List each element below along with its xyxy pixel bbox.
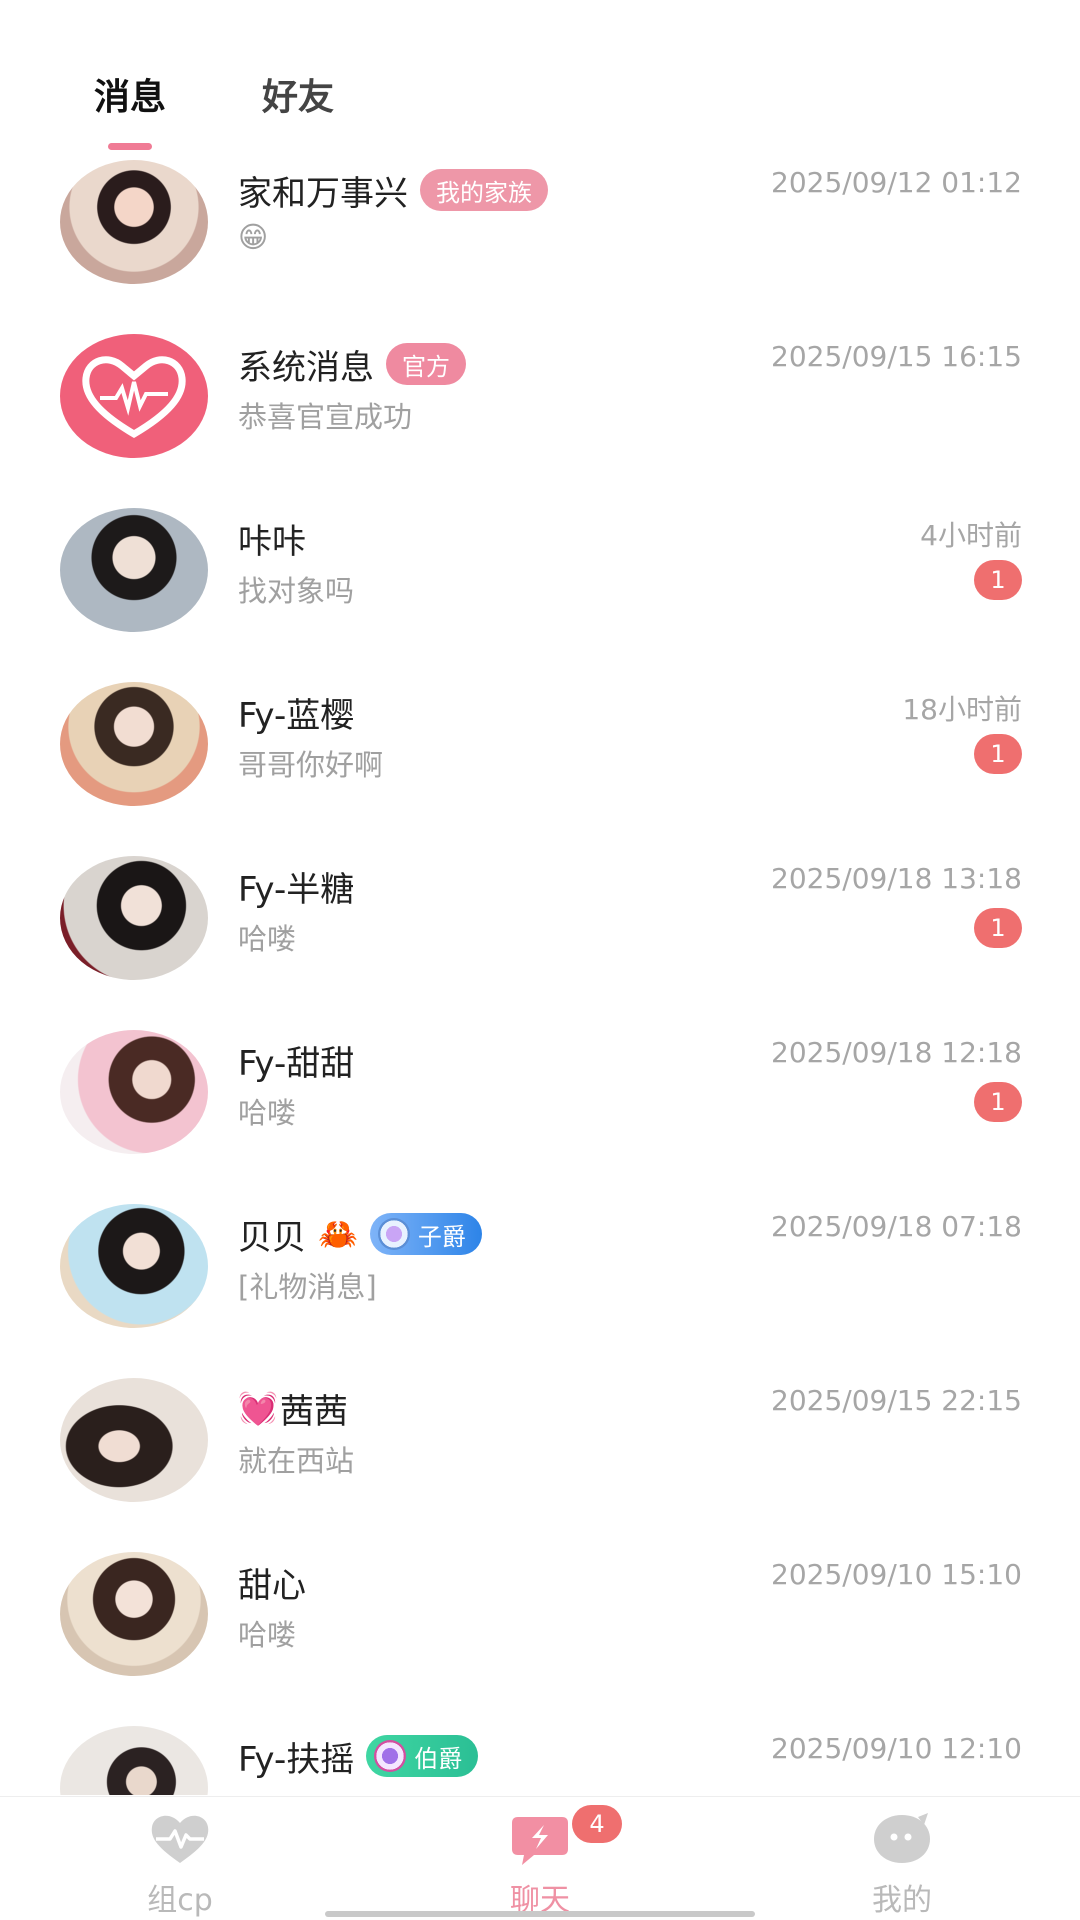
conversation-time: 2025/09/12 01:12 xyxy=(771,166,1022,199)
message-preview: 哈喽 xyxy=(238,1618,297,1652)
conversation-item[interactable]: 贝贝 🦀 子爵 2025/09/18 07:18 [礼物消息] xyxy=(0,1194,1080,1368)
conversation-item[interactable]: Fy-扶摇 伯爵 2025/09/10 12:10 xyxy=(0,1716,1080,1795)
conversation-list[interactable]: 家和万事兴 我的家族 2025/09/12 01:12 😁 系统消息 官方 20… xyxy=(0,150,1080,1795)
heart-soundwave-icon xyxy=(82,356,186,439)
conversation-name: Fy-蓝樱 xyxy=(238,695,355,736)
conversation-item[interactable]: 甜心 2025/09/10 15:10 哈喽 xyxy=(0,1542,1080,1716)
message-preview: [礼物消息] xyxy=(238,1270,377,1304)
ghost-face-icon xyxy=(874,1813,930,1863)
unread-count-badge: 1 xyxy=(974,734,1022,774)
message-preview: 找对象吗 xyxy=(238,574,355,608)
rank-badge-earl: 伯爵 xyxy=(366,1735,479,1777)
crab-emoji-icon: 🦀 xyxy=(318,1215,358,1253)
conversation-item[interactable]: 💓 茜茜 2025/09/15 22:15 就在西站 xyxy=(0,1368,1080,1542)
conversation-time: 2025/09/18 07:18 xyxy=(771,1210,1022,1243)
avatar[interactable] xyxy=(60,1726,208,1795)
rank-label: 子爵 xyxy=(417,1222,466,1251)
tab-messages-label: 消息 xyxy=(94,77,167,118)
conversation-name: 家和万事兴 xyxy=(238,173,408,214)
avatar[interactable] xyxy=(60,856,208,980)
conversation-item[interactable]: Fy-蓝樱 18小时前 哥哥你好啊 1 xyxy=(0,672,1080,846)
avatar[interactable] xyxy=(60,1552,208,1676)
conversation-time: 2025/09/18 13:18 xyxy=(771,862,1022,895)
avatar[interactable] xyxy=(60,508,208,632)
conversation-name: Fy-扶摇 xyxy=(238,1739,355,1780)
conversation-time: 2025/09/18 12:18 xyxy=(771,1036,1022,1069)
message-preview: 哈喽 xyxy=(238,1096,297,1130)
pink-heart-icon: 💓 xyxy=(238,1389,278,1427)
shield-rank-icon xyxy=(377,1218,410,1250)
message-preview: 哥哥你好啊 xyxy=(238,748,384,782)
avatar[interactable] xyxy=(60,1378,208,1502)
conversation-time: 2025/09/15 16:15 xyxy=(771,340,1022,373)
avatar[interactable] xyxy=(60,160,208,284)
conversation-item[interactable]: Fy-甜甜 2025/09/18 12:18 哈喽 1 xyxy=(0,1020,1080,1194)
avatar[interactable] xyxy=(60,1030,208,1154)
unread-count-badge: 1 xyxy=(974,560,1022,600)
conversation-name: 甜心 xyxy=(238,1565,306,1606)
avatar[interactable] xyxy=(60,1204,208,1328)
conversation-time: 18小时前 xyxy=(902,693,1022,726)
avatar[interactable] xyxy=(60,682,208,806)
tab-friends-label: 好友 xyxy=(262,77,335,118)
conversation-time: 2025/09/10 12:10 xyxy=(771,1732,1022,1765)
unread-count-badge: 1 xyxy=(974,908,1022,948)
conversation-time: 2025/09/15 22:15 xyxy=(771,1384,1022,1417)
nav-label-cp: 组cp xyxy=(147,1883,213,1918)
heartbeat-icon xyxy=(151,1815,209,1863)
rank-label: 伯爵 xyxy=(414,1744,463,1773)
nav-item-cp[interactable]: 组cp xyxy=(100,1811,260,1917)
message-tabs: 消息 好友 xyxy=(94,70,334,150)
conversation-name: Fy-半糖 xyxy=(238,869,355,910)
unread-count-badge: 1 xyxy=(974,1082,1022,1122)
conversation-name: 贝贝 xyxy=(238,1217,306,1258)
conversation-name: 系统消息 xyxy=(238,347,374,388)
tab-friends[interactable]: 好友 xyxy=(262,70,334,140)
nav-label-mine: 我的 xyxy=(872,1883,932,1918)
nav-item-mine[interactable]: 我的 xyxy=(822,1811,982,1917)
conversation-item[interactable]: 咔咔 4小时前 找对象吗 1 xyxy=(0,498,1080,672)
chat-bubble-icon xyxy=(512,1817,568,1865)
official-badge: 官方 xyxy=(386,343,466,385)
rank-badge-viscount: 子爵 xyxy=(369,1213,482,1255)
message-preview: 😁 xyxy=(238,220,269,254)
conversation-name: Fy-甜甜 xyxy=(238,1043,355,1084)
family-badge: 我的家族 xyxy=(420,169,548,211)
tab-messages[interactable]: 消息 xyxy=(94,70,167,150)
system-avatar[interactable] xyxy=(60,334,208,458)
message-preview: 恭喜官宣成功 xyxy=(238,400,413,434)
home-indicator[interactable] xyxy=(325,1911,755,1917)
conversation-name: 咔咔 xyxy=(238,521,306,562)
message-preview: 就在西站 xyxy=(238,1444,355,1478)
conversation-item[interactable]: 家和万事兴 我的家族 2025/09/12 01:12 😁 xyxy=(0,150,1080,324)
conversation-time: 2025/09/10 15:10 xyxy=(771,1558,1022,1591)
conversation-item[interactable]: Fy-半糖 2025/09/18 13:18 哈喽 1 xyxy=(0,846,1080,1020)
message-preview: 哈喽 xyxy=(238,922,297,956)
crest-rank-icon xyxy=(374,1740,407,1772)
chat-unread-badge: 4 xyxy=(572,1805,622,1843)
conversation-item[interactable]: 系统消息 官方 2025/09/15 16:15 恭喜官宣成功 xyxy=(0,324,1080,498)
active-tab-indicator xyxy=(108,143,153,150)
bottom-navigation: 组cp 4 聊天 我的 xyxy=(0,1796,1080,1920)
conversation-time: 4小时前 xyxy=(920,519,1022,552)
conversation-name: 茜茜 xyxy=(279,1391,348,1432)
nav-item-chat[interactable]: 4 聊天 xyxy=(460,1805,622,1917)
